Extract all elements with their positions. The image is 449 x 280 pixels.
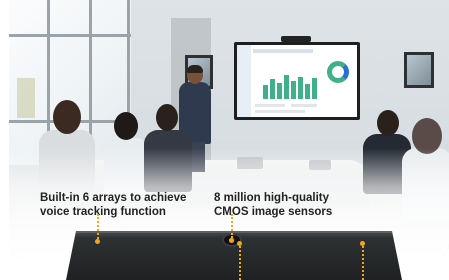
- feature-voice-tracking: Built-in 6 arrays to achieve voice track…: [40, 191, 210, 219]
- hotspot-marker-icon[interactable]: [95, 239, 100, 244]
- feature-voice-tracking-line2: voice tracking function: [40, 206, 166, 218]
- product-feature-banner: Built-in 6 arrays to achieve voice track…: [0, 0, 449, 280]
- meeting-room-photo: [9, 0, 449, 258]
- feature-image-sensors-line2: CMOS image sensors: [214, 206, 333, 218]
- dashboard-screen: [237, 45, 357, 117]
- donut-chart: [327, 61, 349, 83]
- hotspot-marker-icon[interactable]: [229, 238, 234, 243]
- wall-picture-right: [404, 52, 434, 88]
- hotspot-leader-line: [239, 246, 241, 280]
- feature-voice-tracking-line1: Built-in 6 arrays to achieve: [40, 192, 187, 204]
- voice-tracking-leader-line: [97, 214, 99, 239]
- hotspot-leader-line: [362, 246, 364, 280]
- image-sensor-leader-line: [231, 214, 233, 238]
- feature-image-sensors-line1: 8 million high-quality: [214, 192, 329, 204]
- feature-image-sensors: 8 million high-quality CMOS image sensor…: [214, 191, 354, 219]
- conference-display: [234, 42, 360, 120]
